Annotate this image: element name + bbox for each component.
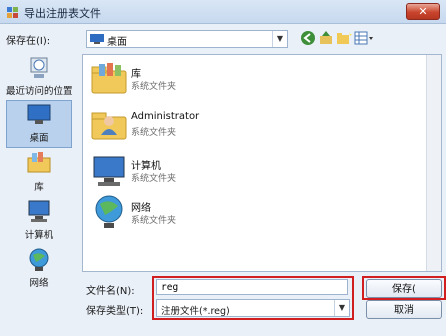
list-item[interactable]: Administrator 系统文件夹 xyxy=(89,105,289,149)
scrollbar[interactable] xyxy=(426,55,441,271)
highlight-box xyxy=(362,276,446,300)
place-network[interactable]: 网络 xyxy=(6,246,72,294)
up-folder-icon[interactable] xyxy=(318,30,334,46)
libraries-icon xyxy=(27,152,51,173)
highlight-box xyxy=(152,276,354,320)
user-folder-icon xyxy=(91,112,127,140)
place-label: 网络 xyxy=(29,278,49,289)
location-dropdown[interactable]: 桌面 ▼ xyxy=(86,30,288,48)
save-in-label: 保存在(I): xyxy=(6,36,51,47)
place-label: 库 xyxy=(34,182,44,193)
libraries-folder-icon xyxy=(91,63,127,94)
place-label: 桌面 xyxy=(29,133,49,144)
chevron-down-icon[interactable]: ▼ xyxy=(272,31,287,47)
close-button[interactable]: ✕ xyxy=(406,3,440,20)
window-title: 导出注册表文件 xyxy=(24,7,101,20)
computer-icon xyxy=(93,156,125,186)
file-name: 库 xyxy=(131,69,141,80)
list-item[interactable]: 网络 系统文件夹 xyxy=(89,193,289,237)
desktop-icon xyxy=(27,104,51,124)
location-text: 桌面 xyxy=(107,37,127,48)
view-menu-icon[interactable] xyxy=(354,30,374,46)
file-name: Administrator xyxy=(131,111,200,122)
file-name: 计算机 xyxy=(131,161,161,172)
network-icon xyxy=(29,248,49,271)
new-folder-icon[interactable] xyxy=(336,30,352,46)
place-recent[interactable]: 最近访问的位置 xyxy=(6,54,73,102)
list-item[interactable]: 计算机 系统文件夹 xyxy=(89,151,289,195)
filetype-label: 保存类型(T): xyxy=(86,306,144,317)
toolbar: 保存在(I): 桌面 ▼ xyxy=(0,24,446,54)
place-desktop[interactable]: 桌面 xyxy=(6,100,72,148)
file-list[interactable]: 库 系统文件夹 Administrator 系统文件夹 计算机 系统文件夹 网络… xyxy=(82,54,442,272)
place-label: 最近访问的位置 xyxy=(6,86,73,97)
place-computer[interactable]: 计算机 xyxy=(6,198,72,246)
title-bar: 导出注册表文件 ✕ xyxy=(0,0,446,24)
place-label: 计算机 xyxy=(24,230,54,241)
network-icon xyxy=(95,195,123,228)
file-type: 系统文件夹 xyxy=(131,128,177,138)
recent-places-icon xyxy=(30,57,48,78)
file-type: 系统文件夹 xyxy=(131,174,177,184)
regedit-icon xyxy=(7,7,18,18)
cancel-button[interactable]: 取消 xyxy=(366,300,442,319)
file-name: 网络 xyxy=(131,203,151,214)
list-item[interactable]: 库 系统文件夹 xyxy=(89,59,289,103)
file-type: 系统文件夹 xyxy=(131,216,177,226)
file-type: 系统文件夹 xyxy=(131,82,177,92)
filename-label: 文件名(N): xyxy=(86,286,135,297)
desktop-icon xyxy=(90,34,104,44)
places-bar: 最近访问的位置 桌面 库 计算机 网络 xyxy=(0,54,76,336)
place-libraries[interactable]: 库 xyxy=(6,150,72,198)
back-icon[interactable] xyxy=(300,30,316,46)
computer-icon xyxy=(28,200,50,222)
